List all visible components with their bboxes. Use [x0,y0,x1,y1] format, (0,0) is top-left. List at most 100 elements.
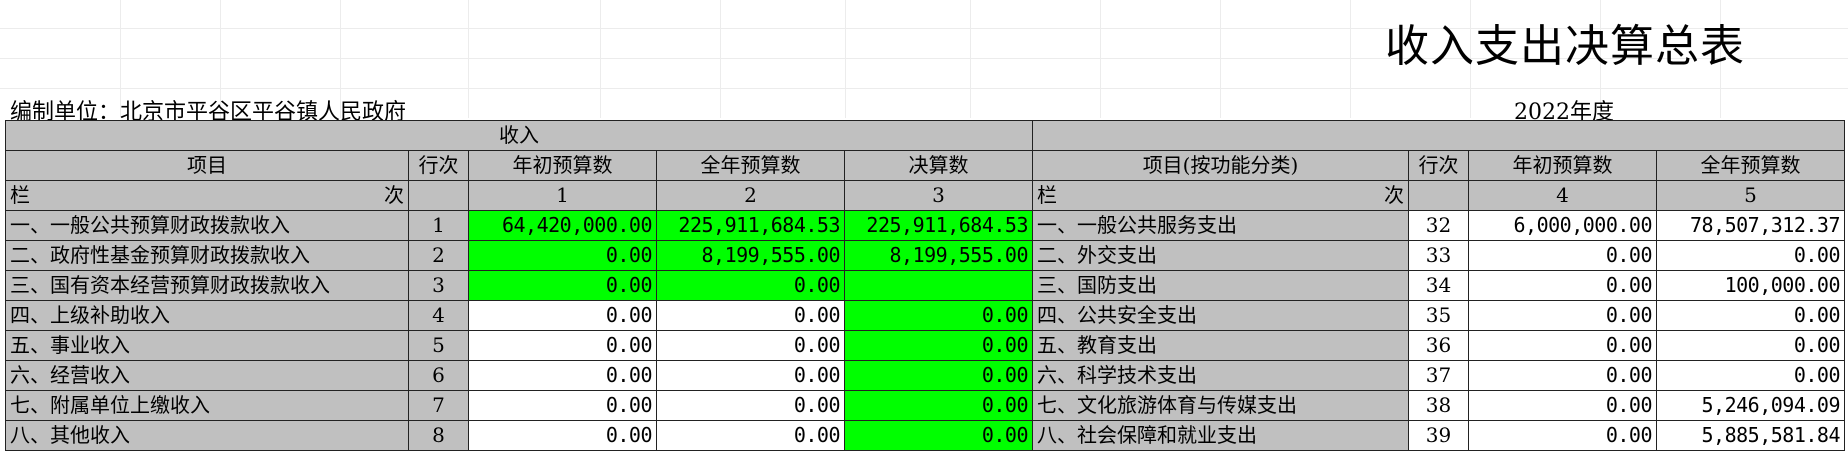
income-final-cell[interactable]: 0.00 [844,390,1033,421]
expense-row-no-cell[interactable]: 33 [1408,240,1469,271]
expense-item-cell[interactable]: 五、教育支出 [1032,330,1409,361]
income-row-no-cell[interactable]: 2 [408,240,469,271]
income-item-header[interactable]: 项目 [5,150,409,181]
expense-row-no-header[interactable]: 行次 [1408,150,1469,181]
income-item-cell[interactable]: 五、事业收入 [5,330,409,361]
income-initial-cell[interactable]: 0.00 [468,270,657,301]
income-row-no-cell[interactable]: 3 [408,270,469,301]
expense-row-no-cell[interactable]: 32 [1408,210,1469,241]
income-row-no-cell[interactable]: 1 [408,210,469,241]
expense-annual-cell[interactable]: 0.00 [1656,330,1845,361]
income-initial-cell[interactable]: 0.00 [468,330,657,361]
expense-annual-cell[interactable]: 0.00 [1656,360,1845,391]
expense-initial-cell[interactable]: 6,000,000.00 [1468,210,1657,241]
expense-initial-cell[interactable]: 0.00 [1468,300,1657,331]
col-number-2[interactable]: 2 [656,180,845,211]
income-annual-budget-header[interactable]: 全年预算数 [656,150,845,181]
table-row: 五、事业收入 5 0.00 0.00 0.00 五、教育支出 36 0.00 0… [5,330,1845,361]
expense-item-cell[interactable]: 八、社会保障和就业支出 [1032,420,1409,451]
expense-item-header[interactable]: 项目(按功能分类) [1032,150,1409,181]
income-annual-cell[interactable]: 8,199,555.00 [656,240,845,271]
income-row-no-blank[interactable] [408,180,469,211]
expense-initial-cell[interactable]: 0.00 [1468,420,1657,451]
income-annual-cell[interactable]: 0.00 [656,330,845,361]
expense-row-no-cell[interactable]: 36 [1408,330,1469,361]
income-initial-cell[interactable]: 0.00 [468,300,657,331]
income-section-header[interactable]: 收入 [5,120,1033,151]
income-item-cell[interactable]: 六、经营收入 [5,360,409,391]
lan-label: 栏 [10,183,30,207]
income-row-no-cell[interactable]: 5 [408,330,469,361]
expense-initial-cell[interactable]: 0.00 [1468,270,1657,301]
income-final-cell[interactable]: 8,199,555.00 [844,240,1033,271]
income-final-cell[interactable]: 0.00 [844,360,1033,391]
income-item-cell[interactable]: 二、政府性基金预算财政拨款收入 [5,240,409,271]
income-initial-cell[interactable]: 0.00 [468,360,657,391]
income-initial-cell[interactable]: 0.00 [468,240,657,271]
expense-item-cell[interactable]: 三、国防支出 [1032,270,1409,301]
expense-initial-cell[interactable]: 0.00 [1468,360,1657,391]
income-final-cell[interactable]: 0.00 [844,300,1033,331]
expense-item-cell[interactable]: 二、外交支出 [1032,240,1409,271]
expense-lan-ci-cell[interactable]: 栏次 [1032,180,1409,211]
expense-annual-cell[interactable]: 5,885,581.84 [1656,420,1845,451]
income-annual-cell[interactable]: 0.00 [656,420,845,451]
income-final-cell[interactable]: 0.00 [844,420,1033,451]
income-row-no-cell[interactable]: 4 [408,300,469,331]
income-row-no-header[interactable]: 行次 [408,150,469,181]
income-initial-cell[interactable]: 64,420,000.00 [468,210,657,241]
income-annual-cell[interactable]: 0.00 [656,390,845,421]
col-number-1[interactable]: 1 [468,180,657,211]
expense-annual-budget-header[interactable]: 全年预算数 [1656,150,1845,181]
expense-initial-cell[interactable]: 0.00 [1468,330,1657,361]
expense-row-no-cell[interactable]: 39 [1408,420,1469,451]
income-row-no-cell[interactable]: 7 [408,390,469,421]
income-annual-cell[interactable]: 0.00 [656,270,845,301]
expense-row-no-cell[interactable]: 38 [1408,390,1469,421]
column-header-row: 项目 行次 年初预算数 全年预算数 决算数 项目(按功能分类) 行次 年初预算数… [5,150,1845,181]
col-number-4[interactable]: 4 [1468,180,1657,211]
expense-annual-cell[interactable]: 100,000.00 [1656,270,1845,301]
expense-annual-cell[interactable]: 0.00 [1656,240,1845,271]
income-item-cell[interactable]: 七、附属单位上缴收入 [5,390,409,421]
income-initial-cell[interactable]: 0.00 [468,390,657,421]
expense-item-cell[interactable]: 七、文化旅游体育与传媒支出 [1032,390,1409,421]
expense-annual-cell[interactable]: 78,507,312.37 [1656,210,1845,241]
income-item-cell[interactable]: 一、一般公共预算财政拨款收入 [5,210,409,241]
income-annual-cell[interactable]: 0.00 [656,300,845,331]
ci-label: 次 [1384,183,1404,207]
expense-item-cell[interactable]: 六、科学技术支出 [1032,360,1409,391]
income-annual-cell[interactable]: 0.00 [656,360,845,391]
income-final-cell[interactable]: 225,911,684.53 [844,210,1033,241]
expense-annual-cell[interactable]: 0.00 [1656,300,1845,331]
income-initial-budget-header[interactable]: 年初预算数 [468,150,657,181]
income-final-header[interactable]: 决算数 [844,150,1033,181]
expense-item-cell[interactable]: 一、一般公共服务支出 [1032,210,1409,241]
expense-annual-cell[interactable]: 5,246,094.09 [1656,390,1845,421]
expense-row-no-cell[interactable]: 37 [1408,360,1469,391]
income-row-no-cell[interactable]: 6 [408,360,469,391]
income-item-cell[interactable]: 四、上级补助收入 [5,300,409,331]
expense-section-header-blank[interactable] [1032,120,1845,151]
income-lan-ci-cell[interactable]: 栏次 [5,180,409,211]
income-initial-cell[interactable]: 0.00 [468,420,657,451]
lan-label: 栏 [1037,183,1057,207]
income-row-no-cell[interactable]: 8 [408,420,469,451]
expense-item-cell[interactable]: 四、公共安全支出 [1032,300,1409,331]
col-number-3[interactable]: 3 [844,180,1033,211]
expense-row-no-cell[interactable]: 35 [1408,300,1469,331]
column-number-row: 栏次 1 2 3 栏次 4 5 [5,180,1845,211]
income-final-cell[interactable] [844,270,1033,301]
income-final-cell[interactable]: 0.00 [844,330,1033,361]
col-number-5[interactable]: 5 [1656,180,1845,211]
income-annual-cell[interactable]: 225,911,684.53 [656,210,845,241]
income-item-cell[interactable]: 八、其他收入 [5,420,409,451]
ci-label: 次 [384,183,404,207]
expense-row-no-cell[interactable]: 34 [1408,270,1469,301]
table-row: 七、附属单位上缴收入 7 0.00 0.00 0.00 七、文化旅游体育与传媒支… [5,390,1845,421]
expense-initial-cell[interactable]: 0.00 [1468,240,1657,271]
income-item-cell[interactable]: 三、国有资本经营预算财政拨款收入 [5,270,409,301]
expense-row-no-blank[interactable] [1408,180,1469,211]
expense-initial-cell[interactable]: 0.00 [1468,390,1657,421]
expense-initial-budget-header[interactable]: 年初预算数 [1468,150,1657,181]
